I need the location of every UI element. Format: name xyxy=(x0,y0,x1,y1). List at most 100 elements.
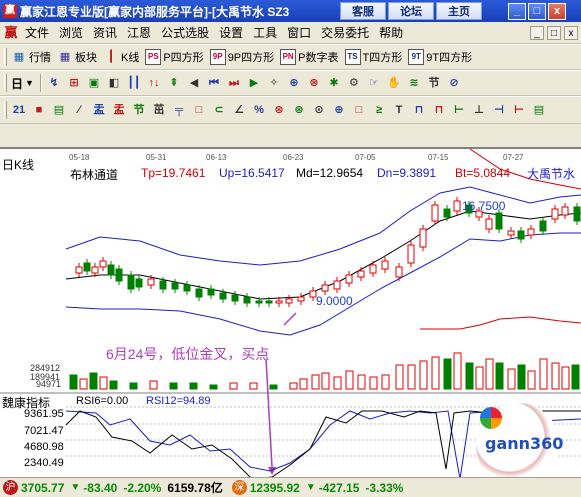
volume-bar xyxy=(431,356,440,390)
low-price-label: 9.0000 xyxy=(316,294,353,308)
drawing-tool-icon[interactable]: 茁 xyxy=(151,102,167,118)
menu-settings[interactable]: 设置 xyxy=(214,24,248,41)
chart-tool-icon[interactable]: ⊗ xyxy=(306,75,322,91)
drawing-tool-icon[interactable]: ⊣ xyxy=(491,102,507,118)
drawing-tool-icon[interactable]: 盂 xyxy=(91,102,107,118)
drawing-tool-icon[interactable]: ▤ xyxy=(51,102,67,118)
boll-bt-value: Bt=5.0844 xyxy=(455,166,511,180)
volume-bar xyxy=(475,366,484,390)
candle-body xyxy=(285,298,293,304)
chart-tool-icon[interactable]: ☞ xyxy=(366,75,382,91)
drawing-tool-icon[interactable]: ∠ xyxy=(231,102,247,118)
menu-gann[interactable]: 江恩 xyxy=(122,24,156,41)
chart-tool-icon[interactable]: ✱ xyxy=(326,75,342,91)
chart-tool-icon[interactable]: ▣ xyxy=(86,75,102,91)
customer-service-button[interactable]: 客服 xyxy=(340,2,386,20)
chart-tool-icon[interactable]: ⊞ xyxy=(66,75,82,91)
drawing-tool-icon[interactable]: □ xyxy=(191,102,207,118)
menu-news[interactable]: 资讯 xyxy=(88,24,122,41)
drawing-tool-icon[interactable]: ∕ xyxy=(71,102,87,118)
drawing-tool-icon[interactable]: ⊓ xyxy=(431,102,447,118)
menu-help[interactable]: 帮助 xyxy=(374,24,408,41)
drawing-tool-icon[interactable]: ⊢ xyxy=(511,102,527,118)
candle-body xyxy=(255,300,263,304)
volume-bar xyxy=(69,374,78,390)
drawing-tool-icon[interactable]: ⊛ xyxy=(271,102,287,118)
chart-tool-icon[interactable]: ⇞ xyxy=(166,75,182,91)
drawing-tool-icon[interactable]: □ xyxy=(351,102,367,118)
logo-ball-icon xyxy=(480,407,502,429)
chart-tool-icon[interactable]: ▶ xyxy=(246,75,262,91)
t-square-button[interactable]: TS T四方形 xyxy=(344,49,402,65)
volume-bar xyxy=(289,382,298,390)
homepage-button[interactable]: 主页 xyxy=(436,2,482,20)
menu-file[interactable]: 文件 xyxy=(20,24,54,41)
chart-tool-icon[interactable]: ↯ xyxy=(46,75,62,91)
chart-tool-icon[interactable]: ✧ xyxy=(266,75,282,91)
candle-body xyxy=(321,284,329,292)
volume-bar xyxy=(419,360,428,390)
drawing-tool-icon[interactable]: T xyxy=(391,102,407,118)
chart-tool-icon[interactable]: ↑↓ xyxy=(146,75,162,91)
drawing-tool-icon[interactable]: 节 xyxy=(131,102,147,118)
drawing-tool-icon[interactable]: ⊕ xyxy=(331,102,347,118)
drawing-tool-icon[interactable]: ⊛ xyxy=(291,102,307,118)
9t-square-button[interactable]: 9T 9T四方形 xyxy=(408,49,472,65)
drawing-tool-icon[interactable]: ⊢ xyxy=(451,102,467,118)
drawing-tool-icon[interactable]: ⊙ xyxy=(311,102,327,118)
minimize-button[interactable]: _ xyxy=(508,2,526,20)
mdi-restore-button[interactable]: □ xyxy=(547,25,561,40)
kline-button[interactable]: ┃ K线 xyxy=(103,49,140,65)
chart-tool-icon[interactable]: ⊘ xyxy=(446,75,462,91)
sz-index-value: 12395.92 xyxy=(249,480,300,495)
drawing-tool-icon[interactable]: ■ xyxy=(31,102,47,118)
menu-browse[interactable]: 浏览 xyxy=(54,24,88,41)
chart-tool-icon[interactable]: ⊕ xyxy=(286,75,302,91)
drawing-tool-icon[interactable]: 盂 xyxy=(111,102,127,118)
drawing-tool-icon[interactable]: % xyxy=(251,102,267,118)
drawing-toolbar: 21 ■ ▤ ∕ 盂盂节茁 ╤ □ ⊂ ∠% ⊛ ⊛ ⊙ ⊕ □ ≥ T ⊓ ⊓ ⊢ ⊥ ⊣ ⊢ ▤ xyxy=(0,97,581,124)
drawing-tool-icon[interactable]: ⊂ xyxy=(211,102,227,118)
drawing-tool-icon[interactable]: ╤ xyxy=(171,102,187,118)
p-number-button[interactable]: PN P数字表 xyxy=(280,49,339,65)
drawing-tool-icon[interactable]: ▤ xyxy=(531,102,547,118)
menu-formula-screen[interactable]: 公式选股 xyxy=(156,24,214,41)
date-tick: 06-13 xyxy=(206,153,227,162)
period-select[interactable]: 日 ▼ xyxy=(11,75,34,92)
chart-area[interactable]: 日K线 布林通道 Tp=19.7461 Up=16.5417 Md=12.965… xyxy=(0,148,581,497)
volume-bar xyxy=(333,376,342,390)
drawing-tool-icon[interactable]: ⊥ xyxy=(471,102,487,118)
chart-tool-icon[interactable]: ≋ xyxy=(406,75,422,91)
candle-body xyxy=(265,300,273,304)
chart-tool-icon[interactable]: ⏮ xyxy=(206,75,222,91)
mdi-minimize-button[interactable]: _ xyxy=(530,25,544,40)
logo-text: gann360 xyxy=(485,434,564,453)
chart-tool-icon[interactable]: ◀ xyxy=(186,75,202,91)
forum-button[interactable]: 论坛 xyxy=(388,2,434,20)
sector-button[interactable]: ▦ 板块 xyxy=(57,49,97,65)
9p-square-button[interactable]: 9P 9P四方形 xyxy=(209,49,274,65)
menu-window[interactable]: 窗口 xyxy=(282,24,316,41)
annotation-arrow xyxy=(265,358,273,468)
chart-tool-icon[interactable]: 节 xyxy=(426,75,442,91)
maximize-button[interactable]: □ xyxy=(528,2,546,20)
volume-bar xyxy=(381,374,390,390)
pn-icon: PN xyxy=(280,49,297,65)
quote-button[interactable]: ▦ 行情 xyxy=(11,49,51,65)
volume-bar xyxy=(561,366,570,390)
drawing-tool-icon[interactable]: ≥ xyxy=(371,102,387,118)
chart-tool-icon[interactable]: ◧ xyxy=(106,75,122,91)
mdi-close-button[interactable]: x xyxy=(564,25,578,40)
date-tick: 05-31 xyxy=(146,153,167,162)
menu-trade[interactable]: 交易委托 xyxy=(316,24,374,41)
chart-tool-icon[interactable]: ⏭ xyxy=(226,75,242,91)
title-bar: 赢 赢家江恩专业版[赢家内部服务平台]-[大禹节水 SZ3 客服 论坛 主页 _… xyxy=(0,0,581,22)
chart-tool-icon[interactable]: ✋ xyxy=(386,75,402,91)
drawing-tool-icon[interactable]: 21 xyxy=(11,102,27,118)
close-button[interactable]: x xyxy=(548,2,566,20)
drawing-tool-icon[interactable]: ⊓ xyxy=(411,102,427,118)
chart-tool-icon[interactable]: ┃┃ xyxy=(126,75,142,91)
p-square-button[interactable]: PS P四方形 xyxy=(145,49,204,65)
menu-tools[interactable]: 工具 xyxy=(248,24,282,41)
chart-tool-icon[interactable]: ⚙ xyxy=(346,75,362,91)
